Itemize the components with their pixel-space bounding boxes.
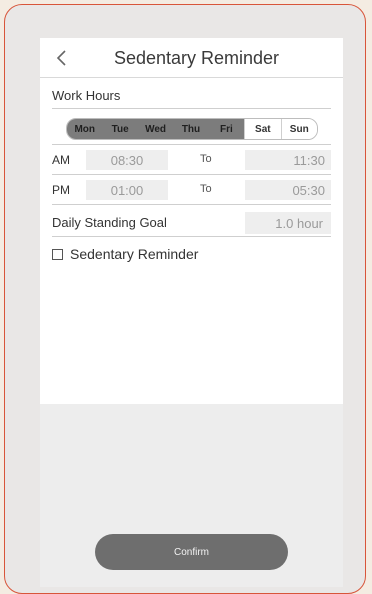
am-end-time[interactable]: 11:30 — [245, 150, 331, 170]
divider — [52, 204, 331, 205]
top-bar: Sedentary Reminder — [40, 38, 343, 78]
page-title: Sedentary Reminder — [113, 48, 280, 68]
goal-row: Daily Standing Goal 1.0 hour — [52, 210, 331, 236]
pm-end-time[interactable]: 05:30 — [245, 180, 331, 200]
pm-to-label: To — [200, 183, 212, 195]
confirm-button[interactable]: Confirm — [95, 534, 288, 570]
reminder-checkbox-label[interactable]: Sedentary Reminder — [70, 246, 198, 262]
day-sun[interactable]: Sun — [280, 119, 317, 139]
reminder-checkbox[interactable] — [52, 249, 63, 260]
day-fri[interactable]: Fri — [208, 119, 245, 139]
weekday-selector: Mon Tue Wed Thu Fri Sat Sun — [66, 118, 318, 140]
am-row: AM 08:30 To 11:30 — [52, 148, 331, 172]
am-label: AM — [52, 153, 70, 167]
pm-start-time[interactable]: 01:00 — [86, 180, 168, 200]
day-mon[interactable]: Mon — [67, 119, 103, 139]
divider — [52, 174, 331, 175]
divider — [52, 144, 331, 145]
am-to-label: To — [200, 153, 212, 165]
am-start-time[interactable]: 08:30 — [86, 150, 168, 170]
phone-screen: Sedentary Reminder Work Hours Mon Tue We… — [40, 38, 343, 587]
day-tue[interactable]: Tue — [102, 119, 138, 139]
day-sat[interactable]: Sat — [244, 119, 281, 139]
goal-value-field[interactable]: 1.0 hour — [245, 212, 331, 234]
work-hours-label: Work Hours — [52, 88, 121, 103]
divider — [52, 108, 331, 109]
goal-label: Daily Standing Goal — [52, 215, 167, 230]
divider — [52, 236, 331, 237]
pm-row: PM 01:00 To 05:30 — [52, 178, 331, 202]
day-wed[interactable]: Wed — [137, 119, 174, 139]
day-thu[interactable]: Thu — [173, 119, 209, 139]
pm-label: PM — [52, 183, 70, 197]
